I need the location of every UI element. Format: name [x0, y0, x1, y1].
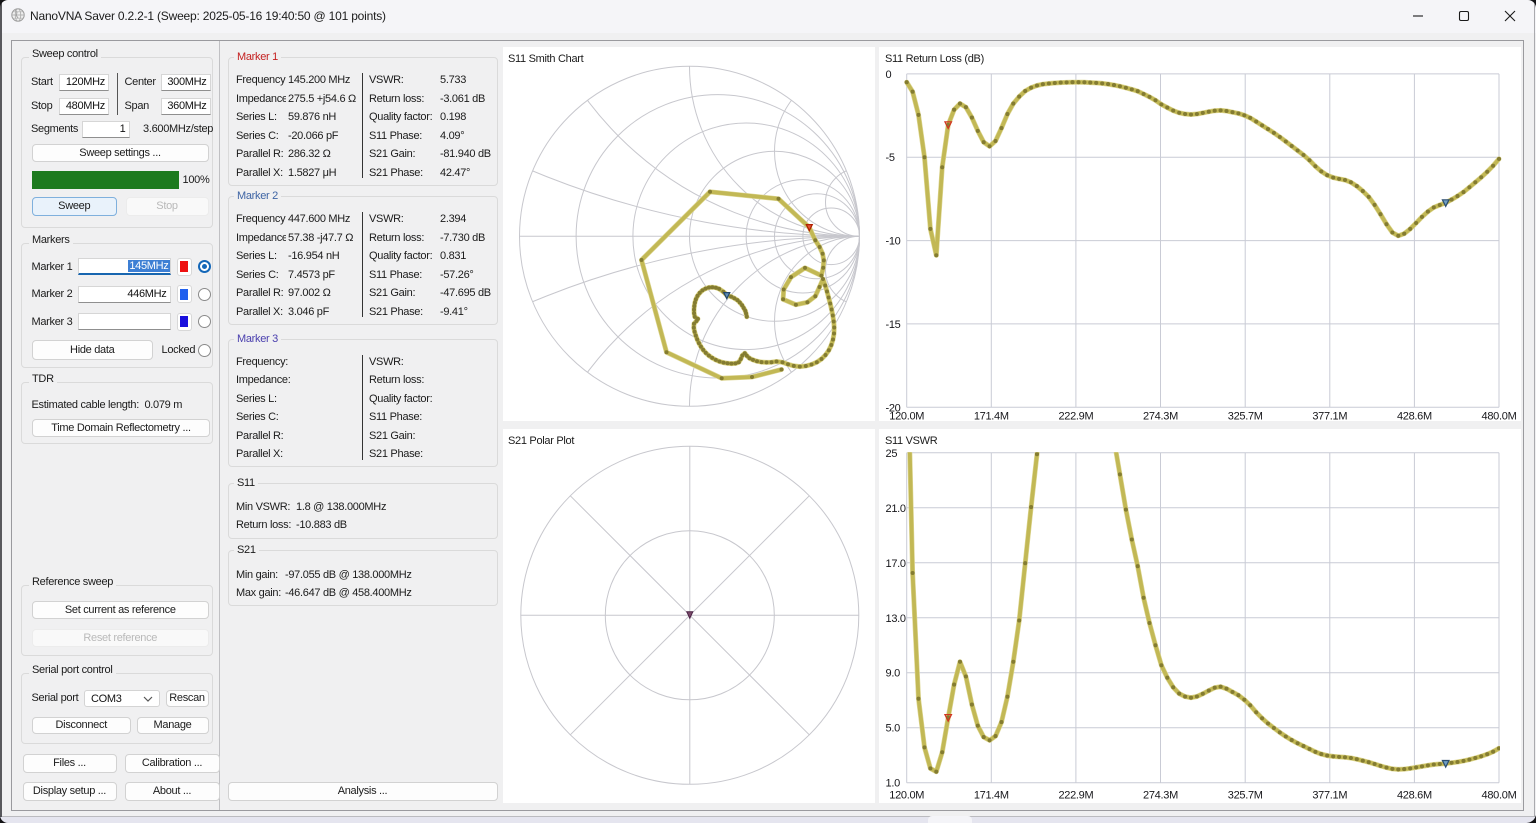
svg-text:325.7M: 325.7M — [1228, 790, 1263, 802]
svg-text:17.0: 17.0 — [886, 558, 906, 570]
svg-text:222.9M: 222.9M — [1058, 790, 1093, 802]
svg-text:171.4M: 171.4M — [974, 790, 1009, 802]
svg-text:428.6M: 428.6M — [1397, 790, 1432, 802]
svg-text:1.0: 1.0 — [886, 778, 901, 790]
svg-text:480.0M: 480.0M — [1482, 790, 1517, 802]
svg-text:5.0: 5.0 — [886, 723, 901, 735]
svg-text:9.0: 9.0 — [886, 668, 901, 680]
svg-text:13.0: 13.0 — [886, 613, 906, 625]
svg-text:25: 25 — [886, 448, 898, 460]
svg-text:274.3M: 274.3M — [1143, 790, 1178, 802]
svg-text:377.1M: 377.1M — [1312, 790, 1347, 802]
svg-text:120.0M: 120.0M — [889, 790, 924, 802]
svg-text:21.0: 21.0 — [886, 503, 906, 515]
